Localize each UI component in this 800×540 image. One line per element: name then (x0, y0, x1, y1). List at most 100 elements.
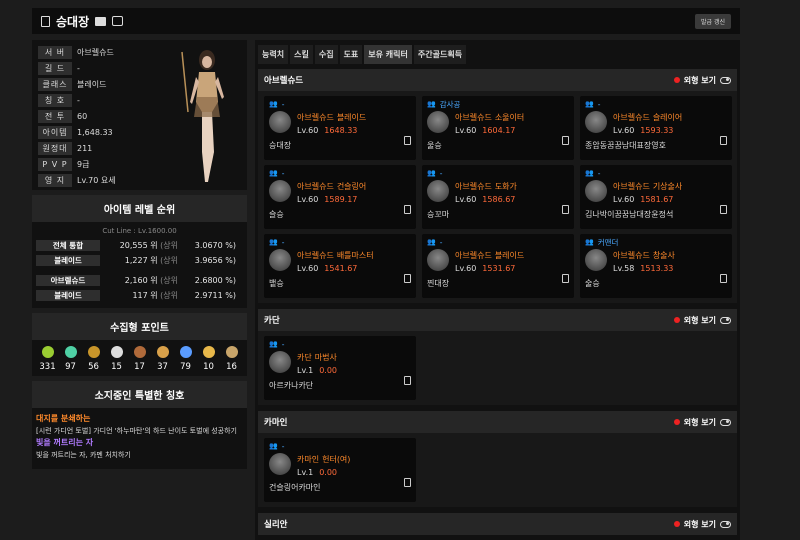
character-portrait (181, 50, 224, 182)
collection-item[interactable]: 79 (175, 346, 197, 372)
ranking-label: 블레이드 (36, 290, 100, 301)
character-info: 아브렐슈드 기상술사 Lv.60 1581.67 (613, 180, 682, 206)
tab-0[interactable]: 능력치 (258, 45, 289, 64)
character-card[interactable]: 👥 - 아브렐슈드 블레이드 Lv.60 1648.33 승대장 (264, 96, 416, 160)
character-card[interactable]: 👥 - 아브렐슈드 도화가 Lv.60 1586.67 승꼬마 (422, 165, 574, 229)
guild-name: - (597, 168, 601, 178)
copy-icon[interactable] (404, 376, 411, 385)
copy-icon[interactable] (404, 136, 411, 145)
bookmark-icon[interactable] (41, 15, 50, 27)
character-class-row: 카마인 헌터(여) (297, 453, 350, 466)
character-server: 아브렐슈드 (455, 182, 492, 191)
copy-icon[interactable] (562, 136, 569, 145)
tab-5[interactable]: 주간골드획득 (413, 45, 467, 64)
copy-icon[interactable] (404, 205, 411, 214)
character-class-row: 아브렐슈드 배틀마스터 (297, 249, 374, 262)
collection-count: 15 (111, 362, 122, 372)
character-level: Lv.58 (613, 264, 635, 273)
tab-2[interactable]: 수집 (314, 45, 338, 64)
guild-row: 👥 감사공 (427, 99, 569, 109)
appearance-view-toggle[interactable]: 외형 보기 (673, 315, 731, 326)
character-card[interactable]: 👥 - 아브렐슈드 블레이드 Lv.60 1531.67 찐대장 (422, 234, 574, 298)
tab-4[interactable]: 보유 캐릭터 (364, 45, 412, 64)
copy-icon[interactable] (562, 205, 569, 214)
character-level-row: Lv.60 1589.17 (297, 193, 366, 206)
orpheus-star-icon (202, 346, 215, 358)
id-card-icon[interactable] (95, 16, 107, 26)
character-info: 카단 마법사 Lv.1 0.00 (297, 351, 337, 377)
character-class: 소울이터 (494, 113, 525, 122)
character-level: Lv.60 (455, 195, 477, 204)
refresh-button[interactable]: 발급 갱신 (695, 13, 731, 29)
character-card[interactable]: 👥 - 아브렐슈드 슬레이어 Lv.60 1593.33 종암동꿈꿈남대표장영호 (580, 96, 732, 160)
character-name: 승대장 (269, 141, 292, 150)
character-avatar (585, 249, 607, 271)
character-level: Lv.60 (613, 126, 635, 135)
character-info: 아브렐슈드 도화가 Lv.60 1586.67 (455, 180, 517, 206)
guild-name: - (281, 168, 285, 178)
appearance-view-toggle[interactable]: 외형 보기 (673, 417, 731, 428)
character-card[interactable]: 👥 - 아브렐슈드 건슬링어 Lv.60 1589.17 슬승 (264, 165, 416, 229)
guild-name: - (281, 441, 285, 451)
ranking-row: 블레이드 117 위 (상위 2.9711 %) (32, 288, 247, 303)
character-level: Lv.60 (613, 195, 635, 204)
ranking-row: 아브렐슈드 2,160 위 (상위 2.6800 %) (32, 273, 247, 288)
collection-item[interactable]: 56 (83, 346, 105, 372)
collection-item[interactable]: 15 (106, 346, 128, 372)
tab-1[interactable]: 스킬 (290, 45, 313, 64)
character-card[interactable]: 👥 감사공 아브렐슈드 소울이터 Lv.60 1604.17 울승 (422, 96, 574, 160)
character-card[interactable]: 👥 - 카마인 헌터(여) Lv.1 0.00 건슬링어카마인 (264, 438, 416, 502)
ignea-token-icon (110, 346, 123, 358)
guild-icon: 👥 (585, 169, 594, 177)
toggle-icon[interactable] (720, 520, 731, 528)
voyage-icon (156, 346, 169, 358)
ranking-sub: (상위 (160, 291, 178, 300)
copy-icon[interactable] (720, 205, 727, 214)
character-info: 아브렐슈드 건슬링어 Lv.60 1589.17 (297, 180, 366, 206)
special-titles-panel: 소지중인 특별한 칭호 대지를 분쇄하는 [시련 가디언 토벌] 가디언 '하누마… (32, 381, 247, 469)
collection-item[interactable]: 37 (152, 346, 174, 372)
appearance-view-toggle[interactable]: 외형 보기 (673, 519, 731, 530)
character-avatar (427, 249, 449, 271)
scale-icon[interactable] (112, 16, 124, 26)
copy-icon[interactable] (404, 274, 411, 283)
appearance-view-toggle[interactable]: 외형 보기 (673, 75, 731, 86)
tab-3[interactable]: 도표 (339, 45, 363, 64)
server-section: 카단 외형 보기 👥 - 카단 마법사 Lv.1 0.00 아르카나카단 (258, 309, 737, 405)
character-name: 승꼬마 (427, 210, 450, 219)
copy-icon[interactable] (562, 274, 569, 283)
copy-icon[interactable] (720, 136, 727, 145)
profile-value: - (77, 95, 80, 105)
character-card[interactable]: 👥 - 카단 마법사 Lv.1 0.00 아르카나카단 (264, 336, 416, 400)
collection-item[interactable]: 16 (221, 346, 243, 372)
toggle-icon[interactable] (720, 316, 731, 324)
character-card[interactable]: 👥 커맨더 아브렐슈드 창술사 Lv.58 1513.33 술승 (580, 234, 732, 298)
collection-item[interactable]: 17 (129, 346, 151, 372)
guild-icon: 👥 (585, 100, 594, 108)
character-level: Lv.1 (297, 468, 314, 477)
special-title-desc: 빛을 꺼트리는 자, 카멘 처치하기 (36, 451, 131, 459)
character-item-level: 0.00 (319, 468, 338, 477)
collection-item[interactable]: 97 (60, 346, 82, 372)
character-card[interactable]: 👥 - 아브렐슈드 기상술사 Lv.60 1581.67 김나박이꿈꿈남대장윤정석 (580, 165, 732, 229)
toggle-icon[interactable] (720, 76, 731, 84)
character-level-row: Lv.58 1513.33 (613, 262, 675, 275)
guild-name: 커맨더 (597, 237, 619, 247)
copy-icon[interactable] (404, 478, 411, 487)
server-name: 아브렐슈드 (264, 76, 304, 86)
island-soul-icon (64, 346, 77, 358)
character-name: 울승 (427, 141, 442, 150)
collection-item[interactable]: 10 (198, 346, 220, 372)
character-server: 아브렐슈드 (297, 182, 334, 191)
profile-label: 전 투 (38, 109, 72, 123)
toggle-icon[interactable] (720, 418, 731, 426)
character-level-row: Lv.60 1581.67 (613, 193, 682, 206)
record-dot-icon (673, 77, 680, 83)
character-class: 블레이드 (336, 113, 367, 122)
character-item-level: 1593.33 (640, 126, 674, 135)
character-card[interactable]: 👥 - 아브렐슈드 배틀마스터 Lv.60 1541.67 뱉승 (264, 234, 416, 298)
collection-count: 17 (134, 362, 145, 372)
world-tree-leaf-icon (179, 346, 192, 358)
collection-item[interactable]: 331 (37, 346, 59, 372)
copy-icon[interactable] (720, 274, 727, 283)
